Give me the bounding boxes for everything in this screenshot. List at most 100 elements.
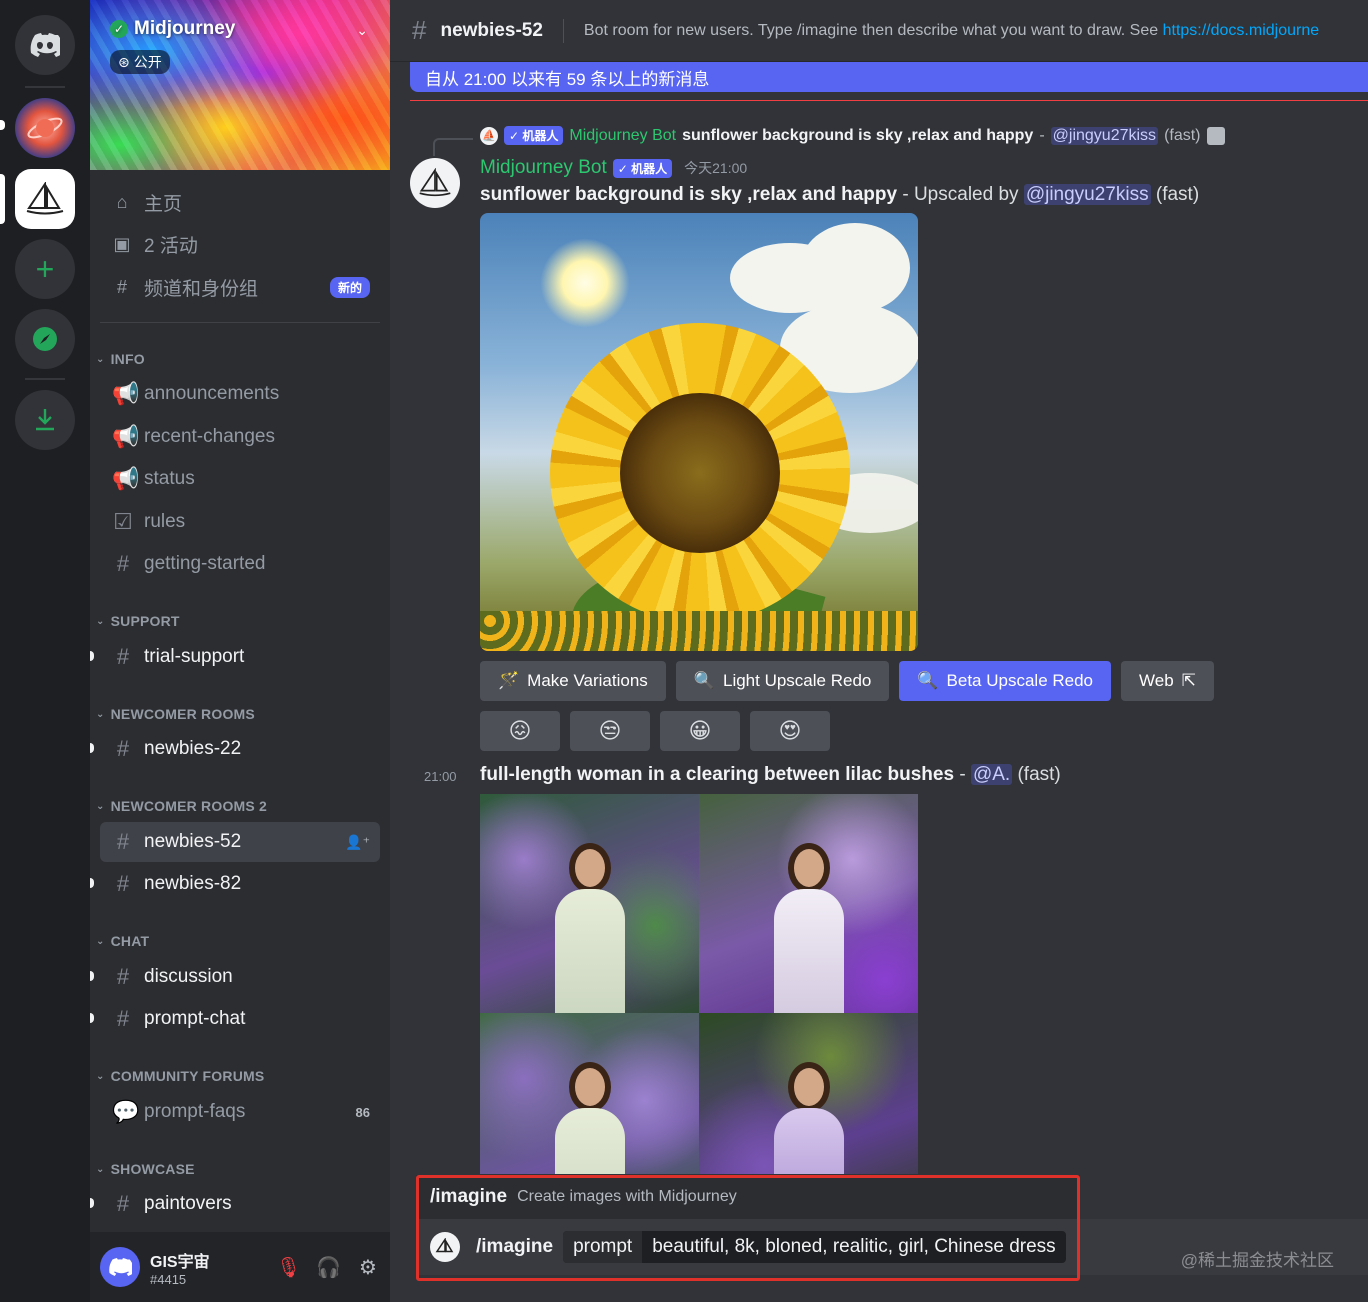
- command-name: /imagine: [430, 1186, 508, 1207]
- message-mention[interactable]: @jingyu27kiss: [1023, 184, 1151, 205]
- channel-recent-changes[interactable]: 📢 recent-changes: [100, 417, 380, 457]
- threads-hash-icon: #: [116, 736, 130, 761]
- category-community-forums[interactable]: ⌄ COMMUNITY FORUMS: [96, 1068, 264, 1084]
- category-info[interactable]: ⌄ INFO: [96, 351, 145, 367]
- web-button[interactable]: Web ⇱: [1121, 661, 1214, 701]
- reply-mention[interactable]: @jingyu27kiss: [1050, 126, 1159, 145]
- channel-getting-started[interactable]: # getting-started: [100, 544, 380, 584]
- topic-link[interactable]: https://docs.midjourne: [1163, 22, 1320, 39]
- add-server-icon[interactable]: +: [15, 239, 75, 299]
- discord-home-icon[interactable]: [15, 15, 75, 75]
- channel-label: recent-changes: [144, 426, 275, 447]
- bot-badge: ✓ 机器人: [612, 158, 673, 178]
- user-avatar[interactable]: [100, 1247, 140, 1287]
- message-prompt: full-length woman in a clearing between …: [480, 764, 955, 785]
- headphones-icon[interactable]: 🎧: [316, 1255, 341, 1280]
- reply-preview[interactable]: ⛵ ✓ 机器人 Midjourney Bot sunflower backgro…: [480, 126, 1225, 145]
- command-suggestion[interactable]: /imagine Create images with Midjourney: [416, 1175, 1080, 1219]
- grid-image-4[interactable]: [699, 1013, 918, 1174]
- bot-avatar-small: ⛵: [480, 126, 498, 145]
- beta-upscale-redo-button[interactable]: 🔍 Beta Upscale Redo: [899, 661, 1112, 701]
- download-icon[interactable]: [15, 390, 75, 450]
- reaction-grinning-button[interactable]: 😀: [660, 711, 740, 751]
- woman-figure: [554, 848, 625, 1013]
- caret-icon: ⌄: [96, 1070, 105, 1082]
- channel-newbies-52[interactable]: # newbies-52 👤⁺: [100, 822, 380, 862]
- channel-label: trial-support: [144, 646, 245, 667]
- channel-label: rules: [144, 511, 186, 532]
- button-label: Light Upscale Redo: [722, 671, 872, 690]
- woman-figure: [773, 848, 844, 1013]
- light-upscale-redo-button[interactable]: 🔍 Light Upscale Redo: [675, 661, 890, 701]
- nav-home[interactable]: ⌂ 主页: [110, 183, 370, 221]
- channel-status[interactable]: 📢 status: [100, 459, 380, 499]
- category-chat[interactable]: ⌄ CHAT: [96, 933, 149, 949]
- woman-figure: [554, 1067, 625, 1174]
- category-label: INFO: [110, 351, 145, 367]
- channel-prompt-chat[interactable]: # prompt-chat: [90, 999, 380, 1039]
- channel-paintovers[interactable]: # paintovers: [90, 1184, 380, 1224]
- message-mention[interactable]: @A.: [970, 764, 1013, 785]
- bot-avatar[interactable]: [410, 158, 460, 208]
- user-controls: 🎙 🎧 ⚙: [276, 1255, 380, 1280]
- grid-image-3[interactable]: [480, 1013, 699, 1174]
- megaphone-icon: 📢: [112, 381, 140, 406]
- category-label: NEWCOMER ROOMS: [110, 706, 255, 722]
- channel-rules[interactable]: ☑ rules: [100, 502, 380, 542]
- make-variations-button[interactable]: 🪄 Make Variations: [480, 661, 666, 701]
- sunflower-field: [480, 611, 918, 651]
- channel-discussion[interactable]: # discussion: [90, 957, 380, 997]
- hash-icon: #: [116, 1191, 130, 1216]
- reaction-confounded-button[interactable]: 😖: [480, 711, 560, 751]
- channel-newbies-22[interactable]: # newbies-22: [90, 729, 380, 769]
- category-newcomer-rooms-2[interactable]: ⌄ NEWCOMER ROOMS 2: [96, 798, 267, 814]
- reaction-heart-eyes-button[interactable]: 😍: [750, 711, 830, 751]
- channel-topic[interactable]: Bot room for new users. Type /imagine th…: [584, 22, 1319, 40]
- nav-events[interactable]: ▣ 2 活动: [110, 225, 370, 263]
- channel-label: getting-started: [144, 553, 266, 574]
- selected-pill: [0, 174, 5, 224]
- nav-home-label: 主页: [144, 193, 183, 215]
- category-label: COMMUNITY FORUMS: [110, 1068, 265, 1084]
- server-name[interactable]: ✓ Midjourney: [110, 18, 235, 40]
- category-support[interactable]: ⌄ SUPPORT: [96, 613, 180, 629]
- reply-connector: [433, 138, 473, 156]
- invite-user-icon[interactable]: 👤⁺: [345, 834, 370, 851]
- channel-sidebar: ✓ Midjourney ⌄ ⊛ 公开 ⌂ 主页 ▣ 2 活动 # 频道和身份组…: [90, 0, 390, 1302]
- mute-mic-icon[interactable]: 🎙: [276, 1255, 301, 1280]
- prompt-option[interactable]: prompt beautiful, 8k, bloned, realitic, …: [563, 1231, 1066, 1263]
- channel-prompt-faqs[interactable]: 💬 prompt-faqs 86: [100, 1092, 380, 1132]
- grid-image-1[interactable]: [480, 794, 699, 1013]
- message-speed: (fast): [1012, 764, 1061, 785]
- category-newcomer-rooms[interactable]: ⌄ NEWCOMER ROOMS: [96, 706, 255, 722]
- planet-server-icon[interactable]: [15, 98, 75, 158]
- reaction-unamused-button[interactable]: 😒: [570, 711, 650, 751]
- explore-compass-icon[interactable]: [15, 309, 75, 369]
- channel-label: newbies-22: [144, 738, 242, 759]
- action-buttons: 🪄 Make Variations 🔍 Light Upscale Redo 🔍 Be…: [480, 661, 1214, 701]
- midjourney-server-icon[interactable]: [15, 169, 75, 229]
- sunflower-image[interactable]: [480, 213, 918, 651]
- input-command: /imagine: [476, 1236, 554, 1257]
- channel-header: # newbies-52 Bot room for new users. Typ…: [390, 0, 1368, 62]
- gear-icon[interactable]: ⚙: [356, 1255, 380, 1280]
- command-description: Create images with Midjourney: [517, 1188, 737, 1205]
- image-grid[interactable]: [480, 794, 918, 1174]
- nav-channels-roles[interactable]: # 频道和身份组 新的: [110, 268, 370, 306]
- category-label: SHOWCASE: [110, 1161, 195, 1177]
- chevron-down-icon[interactable]: ⌄: [356, 22, 368, 39]
- message-author[interactable]: Midjourney Bot: [480, 157, 607, 179]
- server-banner[interactable]: ✓ Midjourney ⌄ ⊛ 公开: [90, 0, 390, 170]
- option-value[interactable]: beautiful, 8k, bloned, realitic, girl, C…: [642, 1236, 1065, 1258]
- channel-newbies-82[interactable]: # newbies-82: [90, 864, 380, 904]
- channel-label: newbies-82: [144, 873, 242, 894]
- category-showcase[interactable]: ⌄ SHOWCASE: [96, 1161, 195, 1177]
- grid-image-2[interactable]: [699, 794, 918, 1013]
- channel-trial-support[interactable]: # trial-support: [90, 637, 380, 677]
- message-timestamp: 今天21:00: [684, 160, 748, 176]
- new-messages-bar[interactable]: 自从 21:00 以来有 59 条以上的新消息: [410, 62, 1368, 92]
- bot-badge: ✓ 机器人: [504, 126, 564, 145]
- channel-label: announcements: [144, 383, 280, 404]
- channel-announcements[interactable]: 📢 announcements: [100, 374, 380, 414]
- user-info[interactable]: GIS宇宙 #4415: [150, 1248, 210, 1287]
